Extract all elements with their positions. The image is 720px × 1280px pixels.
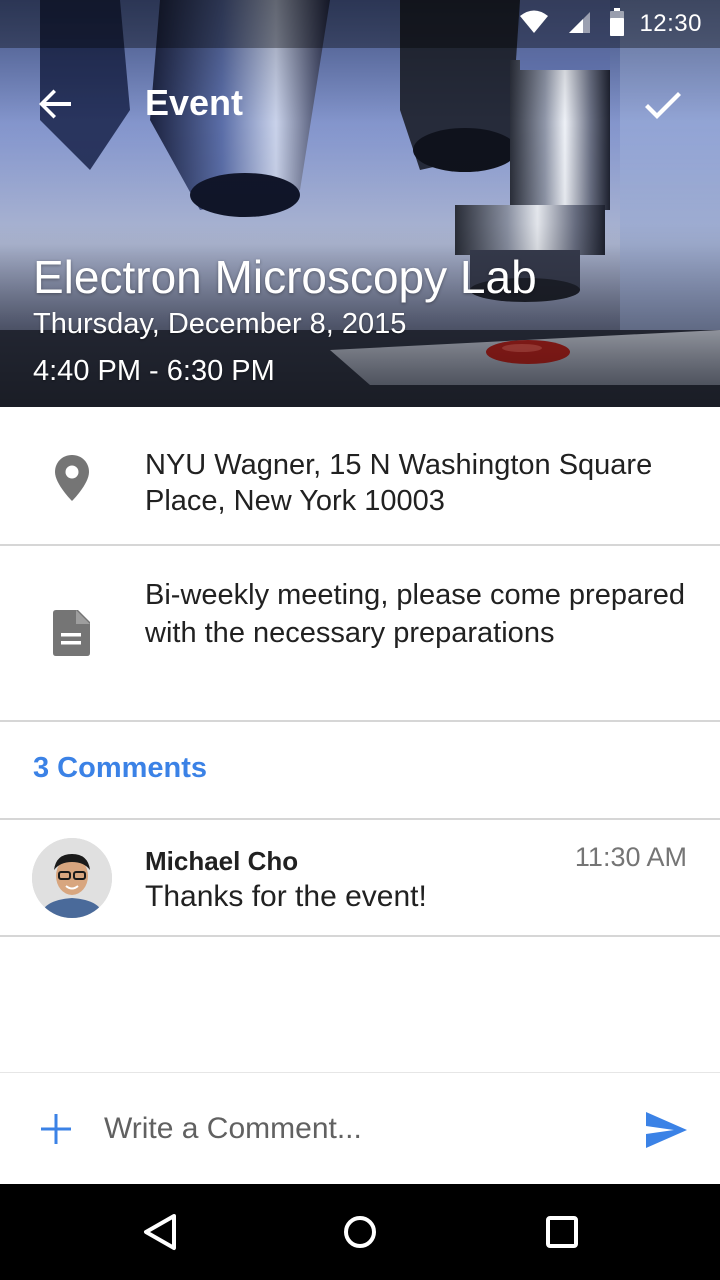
send-button[interactable] xyxy=(644,1110,688,1150)
event-notes-row: Bi-weekly meeting, please come prepared … xyxy=(0,546,720,722)
nav-home-button[interactable] xyxy=(336,1208,384,1256)
app-bar-title: Event xyxy=(145,82,244,123)
send-icon xyxy=(646,1112,687,1148)
comment-time: 11:30 AM xyxy=(574,842,687,872)
comment-composer xyxy=(0,1072,720,1184)
event-hero: 12:30 Event Electron Microscopy Lab Thur… xyxy=(0,0,720,407)
event-date: Thursday, December 8, 2015 xyxy=(33,308,407,340)
event-location-row[interactable]: NYU Wagner, 15 N Washington Square Place… xyxy=(0,407,720,546)
arrow-back-icon xyxy=(39,89,71,119)
cell-signal-icon xyxy=(567,10,591,39)
confirm-button[interactable] xyxy=(642,84,684,126)
nav-back-icon xyxy=(144,1214,176,1250)
event-location: NYU Wagner, 15 N Washington Square Place… xyxy=(145,449,653,517)
event-notes: Bi-weekly meeting, please come prepared … xyxy=(145,579,685,649)
system-nav-bar xyxy=(0,1184,720,1280)
nav-recent-button[interactable] xyxy=(538,1208,586,1256)
add-attachment-button[interactable] xyxy=(38,1111,74,1147)
wifi-icon xyxy=(519,10,549,39)
battery-icon xyxy=(609,7,625,41)
nav-home-icon xyxy=(344,1216,376,1248)
comment-author: Michael Cho xyxy=(145,846,299,876)
avatar[interactable] xyxy=(32,838,112,918)
app-bar: Event xyxy=(0,48,720,160)
document-icon xyxy=(50,608,92,663)
comment-input[interactable] xyxy=(104,1103,604,1155)
event-time-range: 4:40 PM - 6:30 PM xyxy=(33,355,275,387)
back-button[interactable] xyxy=(36,84,76,124)
comments-count-link[interactable]: 3 Comments xyxy=(33,752,207,785)
check-icon xyxy=(645,92,681,119)
nav-back-button[interactable] xyxy=(136,1208,184,1256)
status-bar: 12:30 xyxy=(0,0,720,48)
event-title: Electron Microscopy Lab xyxy=(33,251,537,303)
status-time: 12:30 xyxy=(639,10,702,37)
location-pin-icon xyxy=(50,453,94,508)
comments-header: 3 Comments xyxy=(0,722,720,820)
comment-text: Thanks for the event! xyxy=(145,880,427,913)
plus-icon xyxy=(41,1114,71,1144)
nav-recent-icon xyxy=(546,1216,578,1248)
comment-item: Michael Cho 11:30 AM Thanks for the even… xyxy=(0,820,720,937)
